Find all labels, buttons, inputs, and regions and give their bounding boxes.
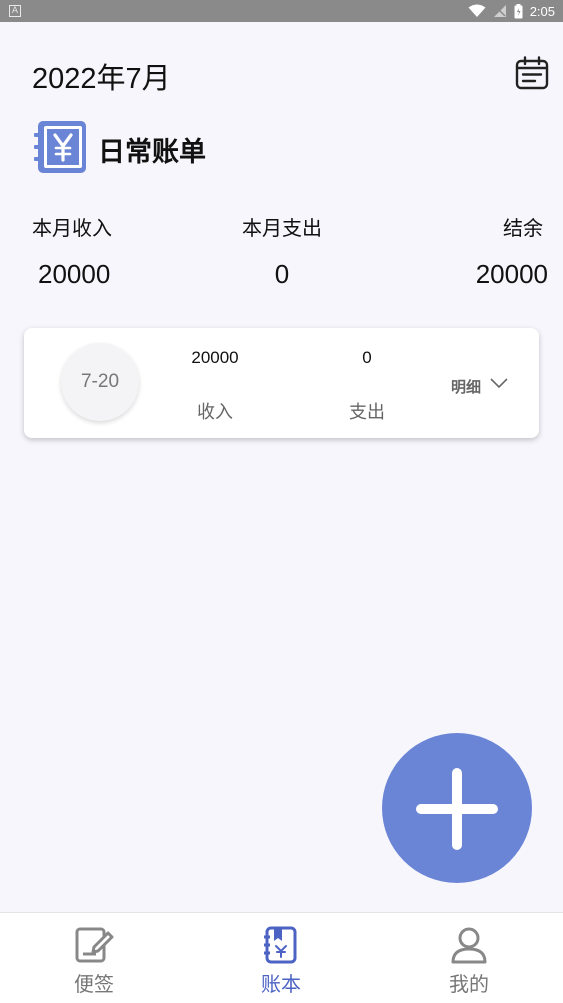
day-record-card[interactable]: 7-20 20000 收入 0 支出 明细 xyxy=(24,328,539,438)
balance-summary: 结余 20000 xyxy=(476,212,548,290)
yen-book-icon xyxy=(33,119,89,175)
calendar-icon xyxy=(515,56,549,90)
expand-button[interactable] xyxy=(489,375,509,389)
plus-icon xyxy=(416,768,498,850)
ledger-icon xyxy=(264,926,297,964)
day-date: 7-20 xyxy=(61,343,139,421)
note-icon xyxy=(75,927,114,963)
clock: 2:05 xyxy=(529,3,555,19)
balance-value: 20000 xyxy=(475,259,548,289)
day-expense-value: 0 xyxy=(362,348,372,367)
nav-item-ledger[interactable]: 账本 xyxy=(221,913,341,1003)
income-summary: 本月收入 20000 xyxy=(32,212,112,290)
expense-value: 0 xyxy=(274,259,290,289)
income-value: 20000 xyxy=(38,259,111,289)
app-notification-icon: A xyxy=(9,5,21,17)
status-bar: A 2:05 xyxy=(0,0,563,22)
income-label: 本月收入 xyxy=(32,216,112,240)
chevron-down-icon xyxy=(490,378,508,389)
add-record-button[interactable] xyxy=(382,733,532,883)
day-expense: 0 支出 xyxy=(307,348,427,424)
profile-icon xyxy=(451,927,487,964)
nav-item-profile[interactable]: 我的 xyxy=(409,913,529,1003)
expense-summary: 本月支出 0 xyxy=(238,212,326,290)
nav-label-profile: 我的 xyxy=(449,972,489,996)
bottom-nav: 便签 账本 我的 xyxy=(0,912,563,1003)
day-income-label: 收入 xyxy=(197,402,233,423)
month-summary: 本月收入 20000 本月支出 0 结余 20000 xyxy=(0,210,563,300)
day-expense-label: 支出 xyxy=(349,402,385,423)
wifi-icon xyxy=(468,4,486,17)
day-income-value: 20000 xyxy=(191,348,239,367)
battery-icon xyxy=(514,3,523,18)
expense-label: 本月支出 xyxy=(242,216,322,240)
month-title[interactable]: 2022年7月 xyxy=(32,55,171,97)
balance-label: 结余 xyxy=(503,216,543,240)
calendar-button[interactable] xyxy=(514,56,550,92)
nav-label-notes: 便签 xyxy=(74,972,114,996)
status-indicators: 2:05 xyxy=(468,3,555,19)
day-income: 20000 收入 xyxy=(155,348,275,424)
signal-off-icon xyxy=(493,5,506,17)
nav-item-notes[interactable]: 便签 xyxy=(34,913,154,1003)
detail-button[interactable]: 明细 xyxy=(451,376,481,397)
nav-label-ledger: 账本 xyxy=(261,972,301,996)
book-title[interactable]: 日常账单 xyxy=(98,130,206,169)
